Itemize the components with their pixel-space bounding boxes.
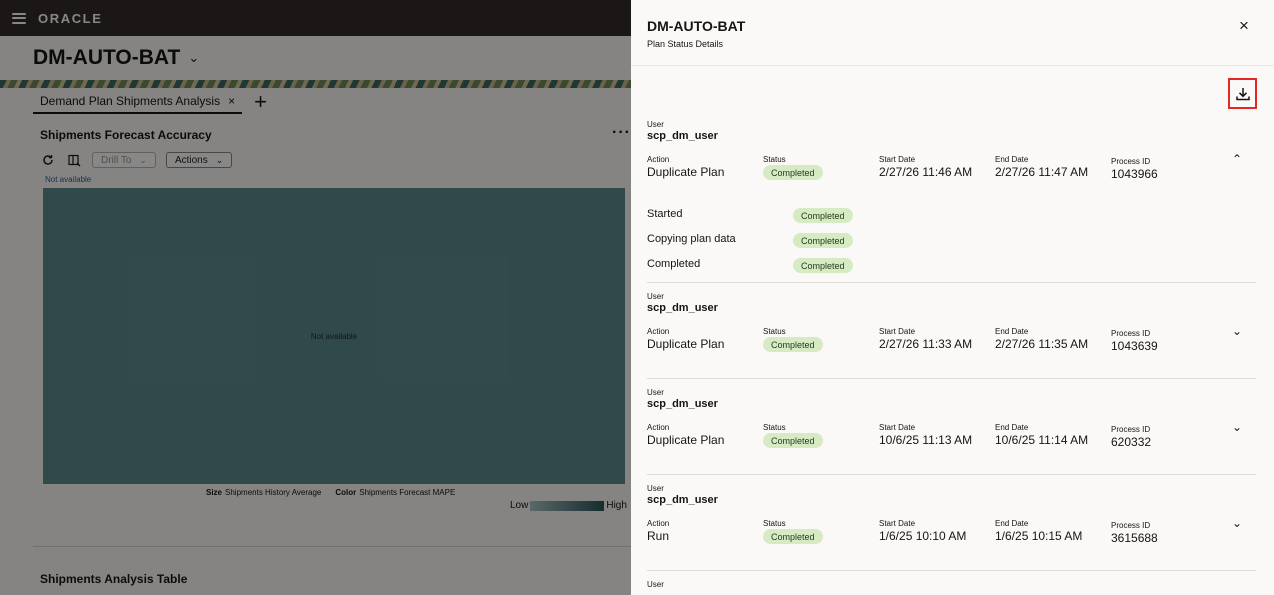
drawer-subtitle: Plan Status Details [647, 39, 724, 49]
end-date-value: 2/27/26 11:47 AM [995, 165, 1089, 179]
process-id-label: Process ID [1111, 425, 1151, 434]
start-date-label: Start Date [879, 155, 916, 164]
user-value: scp_dm_user [647, 398, 718, 410]
status-badge: Completed [763, 529, 823, 544]
user-label: User [647, 120, 664, 129]
status-label: Status [763, 423, 786, 432]
end-date-value: 1/6/25 10:15 AM [995, 529, 1083, 543]
start-date-label: Start Date [879, 519, 916, 528]
chevron-down-icon[interactable]: ⌄ [1230, 516, 1244, 530]
start-date-label: Start Date [879, 327, 916, 336]
user-value: scp_dm_user [647, 130, 718, 142]
user-value: scp_dm_user [647, 494, 718, 506]
entry-divider [647, 378, 1256, 379]
download-icon [1235, 87, 1250, 100]
chevron-down-icon[interactable]: ⌄ [1230, 420, 1244, 434]
step-name: Completed [647, 258, 701, 270]
status-label: Status [763, 155, 786, 164]
status-entry: User scp_dm_user Action Run Status Compl… [647, 484, 1256, 572]
end-date-value: 10/6/25 11:14 AM [995, 433, 1089, 447]
process-id-label: Process ID [1111, 157, 1151, 166]
entry-divider [647, 570, 1256, 571]
action-value: Duplicate Plan [647, 165, 725, 179]
entry-divider [647, 282, 1256, 283]
action-value: Duplicate Plan [647, 433, 725, 447]
modal-overlay[interactable] [0, 0, 631, 595]
status-entry: User scp_dm_user Action Duplicate Plan S… [647, 120, 1256, 284]
status-entry-partial: User [647, 580, 1256, 595]
close-icon[interactable]: × [1235, 17, 1253, 35]
download-button[interactable] [1228, 78, 1257, 109]
status-label: Status [763, 327, 786, 336]
process-id-value: 3615688 [1111, 531, 1158, 545]
step-status-badge: Completed [793, 258, 853, 273]
status-badge: Completed [763, 165, 823, 180]
process-id-value: 1043639 [1111, 339, 1158, 353]
step-name: Started [647, 208, 683, 220]
drawer-header: DM-AUTO-BAT Plan Status Details × [631, 0, 1274, 66]
status-badge: Completed [763, 337, 823, 352]
status-badge: Completed [763, 433, 823, 448]
action-label: Action [647, 423, 670, 432]
plan-status-drawer: DM-AUTO-BAT Plan Status Details × User s… [631, 0, 1274, 595]
start-date-value: 2/27/26 11:46 AM [879, 165, 973, 179]
end-date-label: End Date [995, 155, 1029, 164]
end-date-value: 2/27/26 11:35 AM [995, 337, 1089, 351]
status-entry: User scp_dm_user Action Duplicate Plan S… [647, 292, 1256, 380]
entry-divider [647, 474, 1256, 475]
process-id-value: 1043966 [1111, 167, 1158, 181]
user-label: User [647, 484, 664, 493]
start-date-label: Start Date [879, 423, 916, 432]
step-name: Copying plan data [647, 233, 736, 245]
end-date-label: End Date [995, 519, 1029, 528]
chevron-up-icon[interactable]: ⌃ [1230, 152, 1244, 166]
end-date-label: End Date [995, 423, 1029, 432]
action-label: Action [647, 519, 670, 528]
process-id-label: Process ID [1111, 521, 1151, 530]
user-value: scp_dm_user [647, 302, 718, 314]
drawer-title: DM-AUTO-BAT [647, 18, 746, 34]
step-status-badge: Completed [793, 208, 853, 223]
end-date-label: End Date [995, 327, 1029, 336]
action-label: Action [647, 327, 670, 336]
status-entry: User scp_dm_user Action Duplicate Plan S… [647, 388, 1256, 476]
start-date-value: 1/6/25 10:10 AM [879, 529, 967, 543]
user-label: User [647, 580, 664, 589]
chevron-down-icon[interactable]: ⌄ [1230, 324, 1244, 338]
start-date-value: 10/6/25 11:13 AM [879, 433, 973, 447]
action-label: Action [647, 155, 670, 164]
process-id-label: Process ID [1111, 329, 1151, 338]
step-status-badge: Completed [793, 233, 853, 248]
user-label: User [647, 388, 664, 397]
user-label: User [647, 292, 664, 301]
start-date-value: 2/27/26 11:33 AM [879, 337, 973, 351]
action-value: Run [647, 529, 670, 543]
status-label: Status [763, 519, 786, 528]
process-id-value: 620332 [1111, 435, 1152, 449]
action-value: Duplicate Plan [647, 337, 725, 351]
